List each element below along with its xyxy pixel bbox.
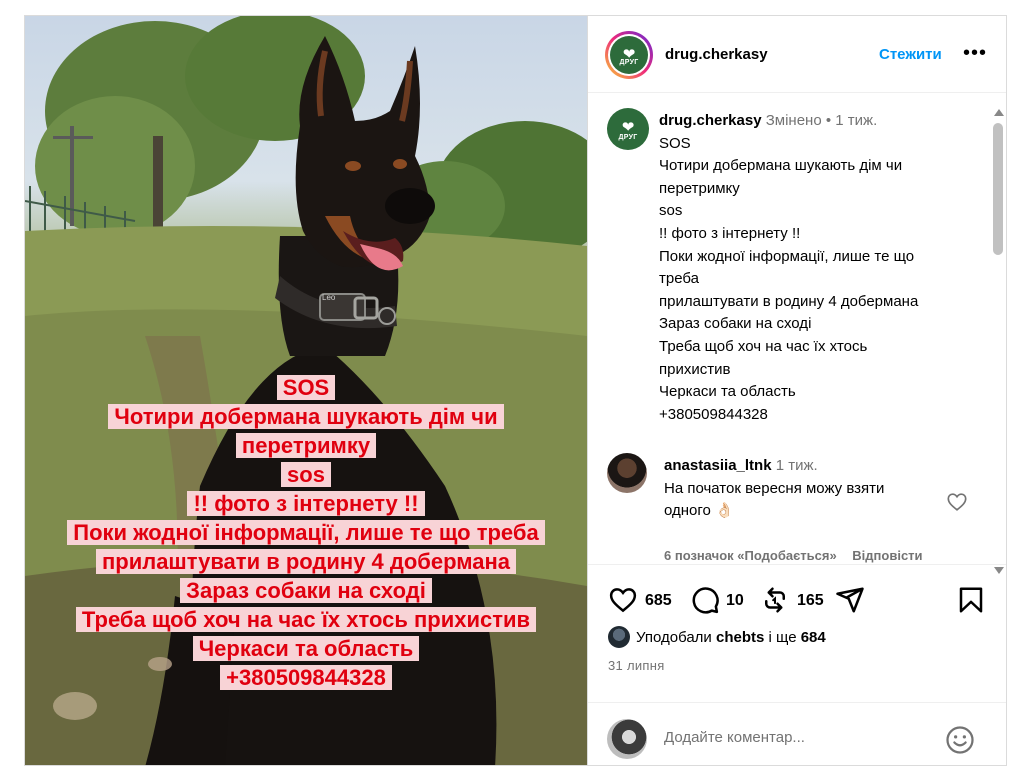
overlay-line: Поки жодної інформації, лише те що треба <box>25 518 587 547</box>
post-frame: Leo SOS Чотири добермана шукають дім чи … <box>24 15 1007 766</box>
comment-count[interactable]: 10 <box>726 592 744 610</box>
overlay-line: +380509844328 <box>25 663 587 692</box>
caption-line: прилаштувати в родину 4 добермана <box>659 292 919 310</box>
comment: anastasiia_ltnk 1 тиж. На початок вересн… <box>664 455 964 523</box>
author-username[interactable]: drug.cherkasy <box>665 46 768 63</box>
comment-time[interactable]: 1 тиж. <box>776 457 818 474</box>
comment-text-line: одного 👌🏻 <box>664 502 734 520</box>
repost-count[interactable]: 165 <box>797 592 824 610</box>
caption-line: Зараз собаки на сході <box>659 315 812 333</box>
liked-by-user[interactable]: chebts <box>716 629 764 646</box>
commenter-avatar[interactable] <box>607 453 647 493</box>
drug-logo-icon: ❤ ДРУГ <box>610 36 648 74</box>
overlay-line: Зараз собаки на сході <box>25 576 587 605</box>
ok-hand-emoji: 👌🏻 <box>715 502 734 520</box>
follow-button[interactable]: Стежити <box>879 46 942 63</box>
post-date[interactable]: 31 липня <box>608 658 665 673</box>
comment-text-line: На початок вересня можу взяти <box>664 479 885 497</box>
liked-by-middle: і ще <box>768 628 797 646</box>
caption-line: Треба щоб хоч на час їх хтось <box>659 337 868 355</box>
caption-line: Черкаси та область <box>659 383 796 401</box>
caption-line: Поки жодної інформації, лише те що <box>659 247 915 265</box>
comments-scrollbar[interactable] <box>992 109 1004 574</box>
overlay-line: Чотири добермана шукають дім чи <box>25 402 587 431</box>
overlay-line: Треба щоб хоч на час їх хтось прихистив <box>25 605 587 634</box>
current-user-avatar <box>607 719 647 759</box>
overlay-line: перетримку <box>25 431 587 460</box>
caption-username[interactable]: drug.cherkasy <box>659 112 762 129</box>
more-options-icon[interactable]: ••• <box>963 42 987 65</box>
share-paper-plane-icon[interactable] <box>835 585 865 615</box>
add-comment-bar: Додайте коментар... <box>588 702 1006 765</box>
overlay-line: прилаштувати в родину 4 добермана <box>25 547 587 576</box>
liked-by-prefix: Уподобали <box>636 628 712 646</box>
caption-time[interactable]: 1 тиж. <box>835 112 877 129</box>
comments-section[interactable]: ❤ ДРУГ drug.cherkasy Змінено • 1 тиж. SO… <box>588 93 1006 564</box>
post-header: ❤ ДРУГ drug.cherkasy Стежити ••• <box>588 16 1006 93</box>
liked-by-count[interactable]: 684 <box>801 629 826 646</box>
liker-avatar[interactable] <box>608 626 630 648</box>
reply-button[interactable]: Відповісти <box>852 548 922 563</box>
save-bookmark-icon[interactable] <box>956 585 986 615</box>
caption-avatar[interactable]: ❤ ДРУГ <box>607 108 649 150</box>
like-heart-icon[interactable] <box>608 585 638 615</box>
logo-text: ДРУГ <box>618 133 638 141</box>
caption: drug.cherkasy Змінено • 1 тиж. SOS Чотир… <box>659 110 979 426</box>
caption-line: !! фото з інтернету !! <box>659 224 801 242</box>
author-avatar[interactable]: ❤ ДРУГ <box>605 31 653 79</box>
meta-dot: • <box>825 112 832 129</box>
post-side-panel: ❤ ДРУГ drug.cherkasy Стежити ••• ❤ ДРУГ … <box>587 16 1006 765</box>
comment-actions: 6 позначок «Подобається» Відповісти <box>664 548 935 563</box>
comment-bubble-icon[interactable] <box>690 585 720 615</box>
add-comment-input[interactable]: Додайте коментар... <box>664 729 805 746</box>
caption-line: прихистив <box>659 360 731 378</box>
caption-line: SOS <box>659 134 691 152</box>
caption-line: треба <box>659 270 699 288</box>
comment-like-heart-icon[interactable] <box>946 491 968 513</box>
overlay-line: !! фото з інтернету !! <box>25 489 587 518</box>
logo-text: ДРУГ <box>619 58 639 66</box>
emoji-smiley-icon[interactable] <box>945 725 975 755</box>
overlay-line: Черкаси та область <box>25 634 587 663</box>
post-actions: 685 10 165 Уподобали chebts і ще 684 31 … <box>588 564 1006 765</box>
heart-paw-icon: ❤ <box>621 118 635 136</box>
caption-line: +380509844328 <box>659 405 768 423</box>
image-text-overlay: SOS Чотири добермана шукають дім чи пере… <box>25 373 587 692</box>
post-image[interactable]: Leo SOS Чотири добермана шукають дім чи … <box>25 16 587 765</box>
repost-icon[interactable] <box>760 585 790 615</box>
comment-likes-count[interactable]: 6 позначок «Подобається» <box>664 548 837 563</box>
drug-logo-icon: ❤ ДРУГ <box>607 108 649 150</box>
like-count[interactable]: 685 <box>645 592 672 610</box>
overlay-line: sos <box>25 460 587 489</box>
overlay-line: SOS <box>25 373 587 402</box>
edited-label: Змінено <box>765 112 822 129</box>
liked-by: Уподобали chebts і ще 684 <box>608 626 826 648</box>
comment-username[interactable]: anastasiia_ltnk <box>664 457 772 474</box>
scroll-up-arrow-icon[interactable] <box>994 109 1004 116</box>
caption-line: перетримку <box>659 179 740 197</box>
scroll-thumb[interactable] <box>993 123 1003 255</box>
caption-line: Чотири добермана шукають дім чи <box>659 157 903 175</box>
caption-line: sos <box>659 202 683 220</box>
collar-text: Leo <box>322 293 336 302</box>
